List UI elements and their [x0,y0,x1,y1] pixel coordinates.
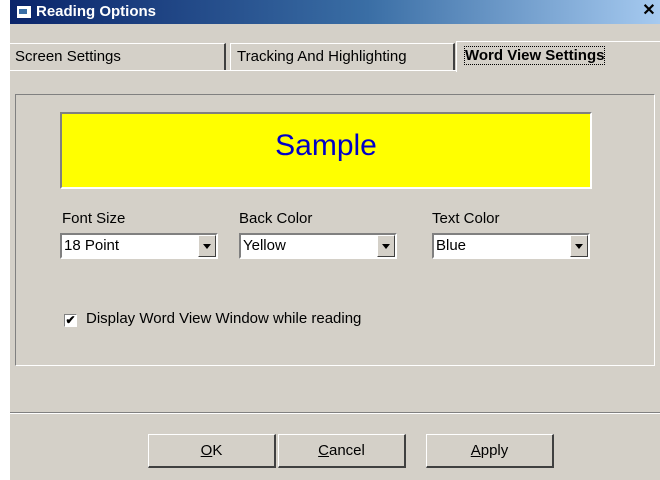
cancel-button[interactable]: Cancel [278,434,406,468]
tab-screen-settings[interactable]: Screen Settings [10,43,226,70]
apply-label-rest: pply [480,442,509,459]
ok-label-rest: K [212,442,223,459]
tab-label: Tracking And Highlighting [237,48,407,65]
chevron-down-icon[interactable] [198,235,216,257]
font-size-value: 18 Point [64,237,120,254]
tab-label: Screen Settings [15,48,121,65]
app-icon [16,5,32,19]
close-icon[interactable]: ✕ [640,2,658,20]
text-color-label: Text Color [432,210,500,227]
reading-options-dialog: Reading Options ✕ Screen Settings Tracki… [10,0,660,480]
apply-accelerator: A [470,442,481,459]
tab-tracking-and-highlighting[interactable]: Tracking And Highlighting [230,43,455,70]
display-word-view-checkbox[interactable]: ✔ [64,314,77,327]
back-color-value: Yellow [243,237,286,254]
cancel-label-rest: ancel [328,442,365,459]
title-bar: Reading Options ✕ [10,0,660,24]
cancel-accelerator: C [318,442,329,459]
back-color-label: Back Color [239,210,313,227]
tab-label: Word View Settings [463,46,606,65]
text-color-select[interactable]: Blue [432,233,590,259]
apply-button[interactable]: Apply [426,434,554,468]
ok-button[interactable]: OK [148,434,276,468]
chevron-down-icon[interactable] [570,235,588,257]
divider [10,412,660,414]
tab-word-view-settings[interactable]: Word View Settings [456,41,660,72]
text-color-value: Blue [436,237,467,254]
sample-preview: Sample [60,112,592,189]
font-size-label: Font Size [62,210,126,227]
back-color-select[interactable]: Yellow [239,233,397,259]
window-title: Reading Options [36,3,156,20]
font-size-select[interactable]: 18 Point [60,233,218,259]
chevron-down-icon[interactable] [377,235,395,257]
display-word-view-label[interactable]: Display Word View Window while reading [86,310,361,327]
ok-accelerator: O [200,442,213,459]
